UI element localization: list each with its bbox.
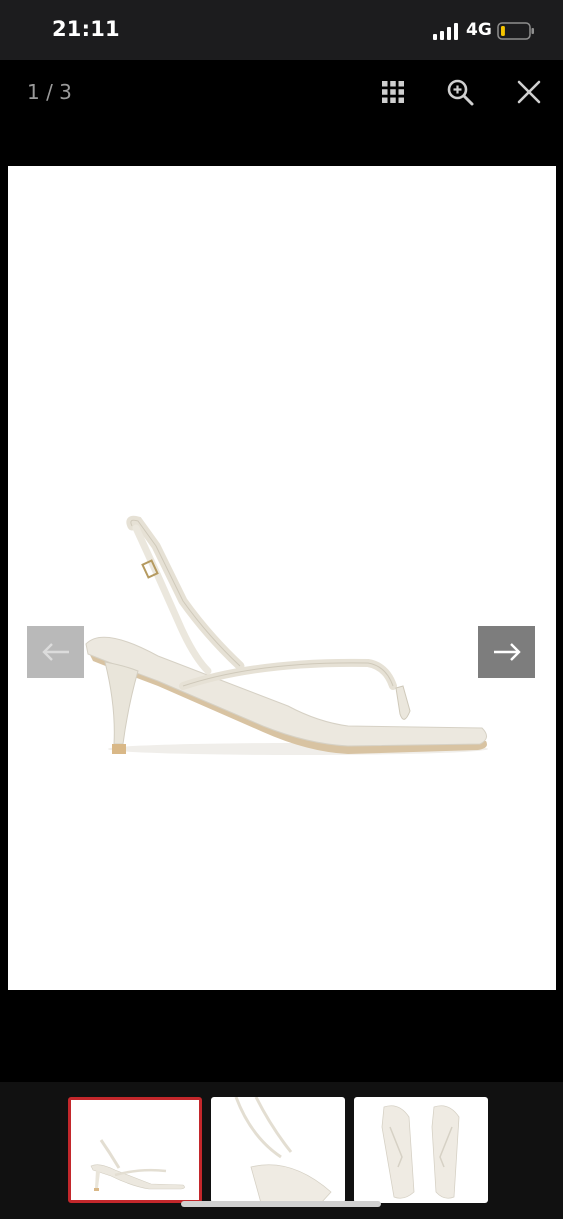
battery-icon: [497, 22, 534, 40]
image-counter: 1 / 3: [27, 80, 72, 104]
sandal-illustration: [85, 515, 488, 755]
thumbnail-2[interactable]: [211, 1097, 345, 1203]
next-image-button[interactable]: [478, 626, 535, 678]
thumbnail-top-view: [381, 1105, 460, 1199]
status-bar: 21:11 4G: [0, 0, 563, 60]
arrow-left-icon: [41, 643, 69, 661]
viewer-toolbar: [0, 60, 563, 124]
zoom-in-icon[interactable]: [445, 77, 475, 107]
arrow-right-icon: [493, 643, 521, 661]
close-icon[interactable]: [514, 77, 544, 107]
grid-icon[interactable]: [378, 77, 408, 107]
home-indicator: [181, 1201, 381, 1207]
signal-strength-icon: [433, 23, 458, 40]
previous-image-button[interactable]: [27, 626, 84, 678]
thumbnail-3[interactable]: [354, 1097, 488, 1203]
thumbnail-close-up: [234, 1097, 332, 1203]
thumbnail-1[interactable]: [68, 1097, 202, 1203]
network-type: 4G: [466, 20, 492, 40]
status-time: 21:11: [52, 17, 120, 41]
product-image[interactable]: [8, 166, 556, 990]
thumbnail-side-view: [90, 1139, 185, 1191]
